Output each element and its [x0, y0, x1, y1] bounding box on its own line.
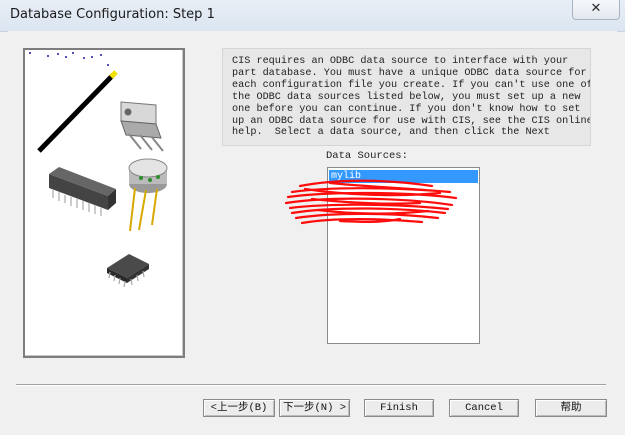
finish-button[interactable]: Finish: [364, 399, 434, 417]
help-button[interactable]: 帮助: [535, 399, 607, 417]
cancel-button[interactable]: Cancel: [449, 399, 519, 417]
next-button[interactable]: 下一步(N) >: [279, 399, 350, 417]
dialog-content: CIS requires an ODBC data source to inte…: [8, 31, 617, 435]
button-separator: [16, 384, 606, 386]
dialog-window: Database Configuration: Step 1 ✕ CIS req…: [0, 0, 625, 435]
red-redaction-scribble: [284, 179, 458, 225]
back-button[interactable]: <上一步(B): [203, 399, 275, 417]
